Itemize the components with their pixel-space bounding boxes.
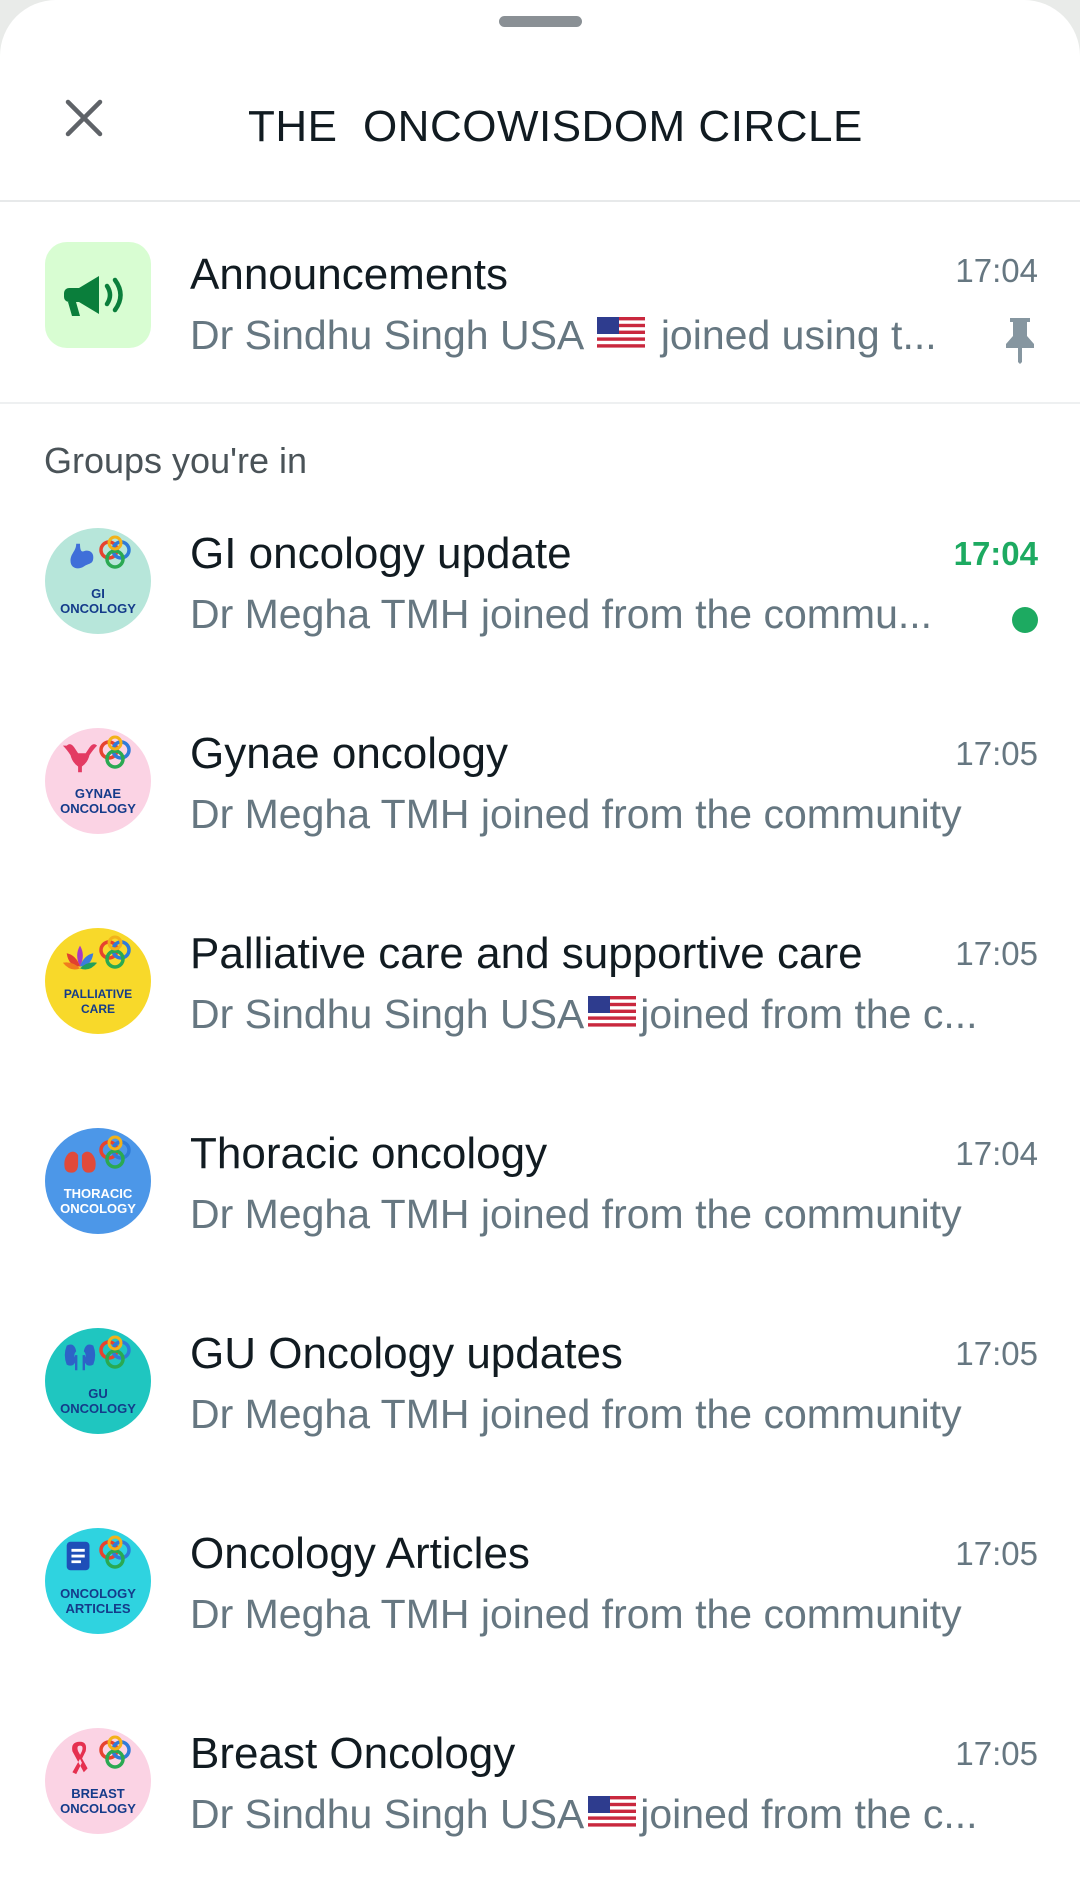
community-logo-icon — [99, 1735, 131, 1769]
group-subtitle-text: Dr Sindhu Singh USA — [190, 1791, 585, 1837]
lotus-icon — [62, 945, 98, 970]
ribbon-icon — [72, 1741, 88, 1775]
group-subtitle-text: Dr Megha TMH joined from the community — [190, 1391, 962, 1437]
group-avatar: BREAST ONCOLOGY — [45, 1728, 151, 1834]
group-title: Gynae oncology — [190, 729, 508, 778]
community-logo-icon — [99, 535, 131, 569]
group-row[interactable]: BREAST ONCOLOGY Breast Oncology 17:05 Dr Sin… — [0, 1705, 1080, 1883]
group-subtitle: Dr Megha TMH joined from the community — [190, 791, 1015, 838]
avatar-text-line-1: THORACIC — [64, 1186, 133, 1201]
avatar-text-line-2: ONCOLOGY — [60, 601, 136, 616]
pin-icon — [1006, 318, 1034, 364]
avatar-text-line-2: ONCOLOGY — [60, 1201, 136, 1216]
group-avatar: PALLIATIVE CARE — [45, 928, 151, 1034]
group-subtitle: Dr Megha TMH joined from the community — [190, 1191, 1015, 1238]
group-subtitle-text: Dr Megha TMH joined from the community — [190, 1591, 962, 1637]
avatar-text-line-1: GYNAE — [75, 786, 122, 801]
unread-indicator — [1012, 607, 1038, 633]
avatar-text-line-1: ONCOLOGY — [60, 1586, 136, 1601]
group-title: Oncology Articles — [190, 1529, 530, 1578]
community-sheet: THE ONCOWISDOM CIRCLE Announcements 17:0… — [0, 0, 1080, 1883]
group-subtitle: Dr Megha TMH joined from the community — [190, 1591, 1015, 1638]
group-title: Thoracic oncology — [190, 1129, 548, 1178]
group-row[interactable]: THORACIC ONCOLOGY Thoracic oncology 17:04 Dr… — [0, 1105, 1080, 1305]
avatar-text-line-2: CARE — [81, 1002, 115, 1016]
group-avatar: GI ONCOLOGY — [45, 528, 151, 634]
announcements-time: 17:04 — [955, 252, 1038, 289]
us-flag-icon — [597, 317, 646, 351]
group-row[interactable]: GU ONCOLOGY GU Oncology updates 17:05 Dr Meg… — [0, 1305, 1080, 1505]
group-subtitle-text: Dr Megha TMH joined from the community — [190, 1191, 962, 1237]
announcements-divider — [0, 402, 1080, 404]
group-subtitle-text: Dr Sindhu Singh USA — [190, 991, 585, 1037]
group-time: 17:05 — [955, 1335, 1038, 1372]
group-row[interactable]: ONCOLOGY ARTICLES Oncology Articles 17:05 Dr… — [0, 1505, 1080, 1705]
group-title: GI oncology update — [190, 529, 572, 578]
group-title: Breast Oncology — [190, 1729, 516, 1778]
group-title: Palliative care and supportive care — [190, 929, 863, 978]
document-icon — [66, 1541, 90, 1571]
group-time: 17:05 — [955, 1535, 1038, 1572]
avatar-text-line-2: ONCOLOGY — [60, 1801, 136, 1816]
kidney-icon — [64, 1344, 96, 1371]
announcements-title: Announcements — [190, 250, 508, 299]
avatar-text-line-1: BREAST — [71, 1786, 125, 1801]
us-flag-icon — [588, 996, 637, 1030]
announcements-subtitle-name: Dr Sindhu Singh USA — [190, 312, 583, 358]
section-label: Groups you're in — [44, 440, 308, 481]
group-time: 17:04 — [953, 535, 1038, 572]
group-subtitle-rest: joined from the c... — [640, 991, 978, 1037]
community-logo-icon — [99, 1335, 131, 1369]
community-logo-icon — [99, 1535, 131, 1569]
stomach-icon — [70, 543, 94, 569]
group-row[interactable]: GYNAE ONCOLOGY Gynae oncology 17:05 Dr Megha… — [0, 705, 1080, 905]
announcements-avatar — [45, 242, 151, 348]
group-avatar: THORACIC ONCOLOGY — [45, 1128, 151, 1234]
avatar-text-line-1: PALLIATIVE — [64, 987, 132, 1001]
group-row[interactable]: GI ONCOLOGY GI oncology update 17:04 Dr Megh… — [0, 505, 1080, 705]
group-subtitle: Dr Megha TMH joined from the community — [190, 1391, 1015, 1438]
avatar-text-line-2: ONCOLOGY — [60, 1401, 136, 1416]
group-subtitle: Dr Sindhu Singh USA joined from the c... — [190, 991, 1015, 1038]
close-icon — [65, 99, 103, 137]
group-avatar: ONCOLOGY ARTICLES — [45, 1528, 151, 1634]
community-logo-icon — [99, 735, 131, 769]
drag-handle[interactable] — [499, 16, 582, 27]
group-avatar: GU ONCOLOGY — [45, 1328, 151, 1434]
lungs-icon — [64, 1141, 96, 1173]
announcements-row[interactable]: Announcements 17:04 Dr Sindhu Singh USA … — [0, 202, 1080, 402]
avatar-text-line-2: ONCOLOGY — [60, 801, 136, 816]
uterus-icon — [62, 744, 98, 773]
close-button[interactable] — [54, 88, 114, 148]
group-row[interactable]: PALLIATIVE CARE Palliative care and suppor… — [0, 905, 1080, 1105]
avatar-text-line-2: ARTICLES — [66, 1601, 131, 1616]
group-time: 17:05 — [955, 935, 1038, 972]
announcements-subtitle: Dr Sindhu Singh USA joined using t... — [190, 312, 950, 359]
announcements-subtitle-rest: joined using t... — [660, 312, 937, 358]
group-subtitle: Dr Sindhu Singh USA joined from the c... — [190, 1791, 1015, 1838]
community-logo-icon — [99, 1135, 131, 1169]
group-title: GU Oncology updates — [190, 1329, 623, 1378]
group-avatar: GYNAE ONCOLOGY — [45, 728, 151, 834]
megaphone-icon — [64, 276, 123, 316]
community-title: THE ONCOWISDOM CIRCLE — [248, 102, 863, 151]
group-subtitle: Dr Megha TMH joined from the commu... — [190, 591, 980, 638]
group-time: 17:05 — [955, 1735, 1038, 1772]
group-subtitle-text: Dr Megha TMH joined from the commu... — [190, 591, 933, 637]
group-subtitle-rest: joined from the c... — [640, 1791, 978, 1837]
community-logo-icon — [99, 935, 131, 969]
avatar-text-line-1: GI — [91, 586, 105, 601]
group-subtitle-text: Dr Megha TMH joined from the community — [190, 791, 962, 837]
group-time: 17:04 — [955, 1135, 1038, 1172]
group-time: 17:05 — [955, 735, 1038, 772]
us-flag-icon — [588, 1796, 637, 1830]
avatar-text-line-1: GU — [88, 1386, 108, 1401]
